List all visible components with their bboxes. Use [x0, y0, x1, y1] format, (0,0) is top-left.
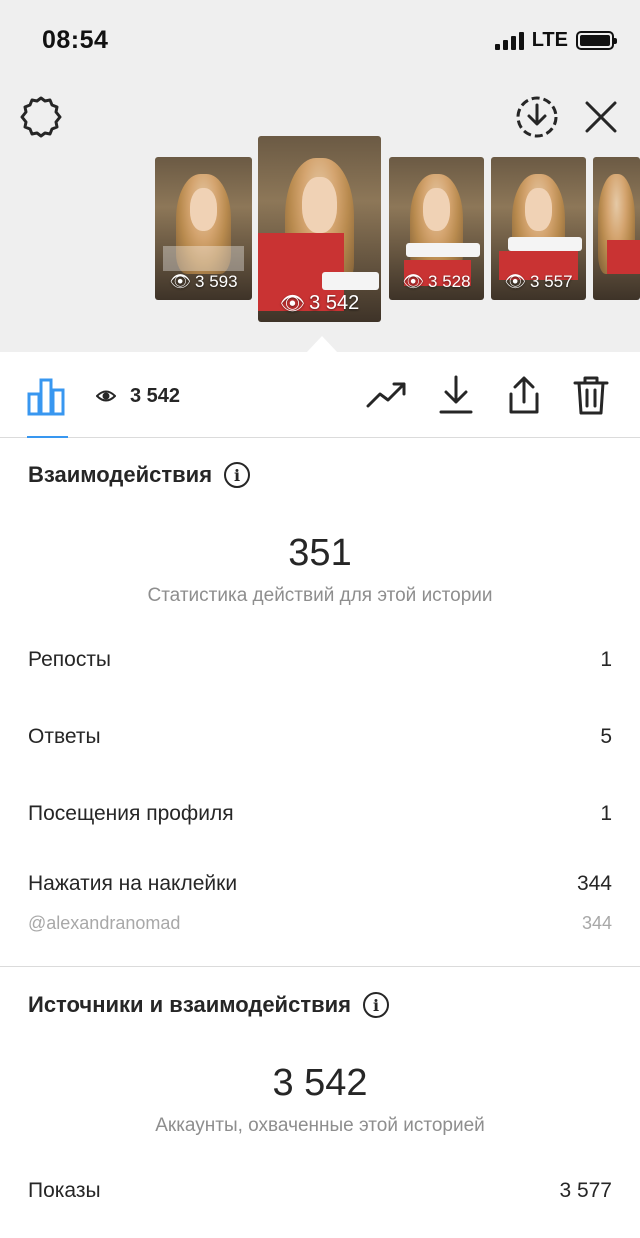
- gear-icon[interactable]: [18, 94, 64, 140]
- story-view-count: 👁 3 557: [504, 272, 573, 291]
- interactions-title: Взаимодействия i: [28, 462, 251, 488]
- bar-chart-icon[interactable]: [27, 376, 67, 416]
- stat-value: 3 577: [559, 1179, 612, 1202]
- story-view-count: 👁 3 593: [169, 272, 238, 291]
- share-icon[interactable]: [503, 374, 545, 416]
- stat-label: Посещения профиля: [28, 802, 234, 825]
- story-thumbnail[interactable]: 👁 3 557: [491, 157, 586, 300]
- eye-icon: 👁: [504, 272, 527, 291]
- battery-icon: [576, 31, 617, 50]
- info-icon[interactable]: i: [224, 462, 251, 488]
- story-thumbnail[interactable]: 👁 3 593: [155, 157, 252, 300]
- signal-icon: [494, 31, 524, 50]
- trend-icon[interactable]: [366, 374, 408, 416]
- discovery-title: Источники и взаимодействия i: [28, 992, 389, 1018]
- stat-row-profile-visits: Посещения профиля 1: [28, 802, 612, 826]
- download-circle-icon[interactable]: [514, 94, 560, 140]
- info-icon[interactable]: i: [362, 992, 389, 1018]
- status-time: 08:54: [42, 26, 109, 54]
- stat-value: 1: [600, 648, 612, 671]
- active-tab-indicator: [27, 436, 68, 438]
- status-indicators: LTE: [494, 29, 617, 52]
- download-icon[interactable]: [435, 374, 477, 416]
- stat-row-replies: Ответы 5: [28, 725, 612, 749]
- stat-label: Репосты: [28, 648, 112, 671]
- stat-label: Ответы: [28, 725, 101, 748]
- story-view-count: 👁 3 542: [279, 292, 360, 315]
- stat-row-reposts: Репосты 1: [28, 648, 612, 672]
- stat-value: 5: [600, 725, 612, 748]
- eye-icon: 👁: [402, 272, 425, 291]
- eye-icon: 👁: [279, 293, 306, 315]
- close-icon[interactable]: [578, 94, 624, 140]
- story-thumbnail[interactable]: [593, 157, 640, 300]
- story-view-count: 👁 3 528: [402, 272, 471, 291]
- eye-icon: [95, 388, 117, 404]
- sticker-label: @alexandranomad: [28, 913, 181, 933]
- stat-value: 344: [576, 872, 612, 895]
- interactions-total: 351: [288, 532, 352, 574]
- interactions-subtitle: Статистика действий для этой истории: [147, 585, 493, 606]
- discovery-subtitle: Аккаунты, охваченные этой историей: [155, 1115, 485, 1136]
- network-label: LTE: [531, 29, 568, 51]
- stat-value: 1: [600, 802, 612, 825]
- sticker-value: 344: [581, 913, 612, 933]
- stat-row-sticker-taps: Нажатия на наклейки 344: [28, 872, 612, 896]
- discovery-total: 3 542: [272, 1062, 368, 1104]
- eye-icon: 👁: [169, 272, 192, 291]
- trash-icon[interactable]: [570, 374, 612, 416]
- view-count[interactable]: 3 542: [130, 385, 180, 408]
- stat-label: Нажатия на наклейки: [28, 872, 238, 895]
- section-divider: [0, 966, 640, 967]
- story-thumbnail-selected[interactable]: 👁 3 542: [258, 136, 381, 322]
- stat-row-sticker-mention: @alexandranomad 344: [28, 913, 612, 934]
- story-thumbnail[interactable]: 👁 3 528: [389, 157, 484, 300]
- selected-pointer: [306, 336, 338, 353]
- stat-row-impressions: Показы 3 577: [28, 1179, 612, 1203]
- story-preview-area: 08:54 LTE 👁 3 593 👁 3 542 👁 3 528 👁 3 55…: [0, 0, 640, 353]
- stat-label: Показы: [28, 1179, 101, 1202]
- story-toolbar: 3 542: [0, 352, 640, 438]
